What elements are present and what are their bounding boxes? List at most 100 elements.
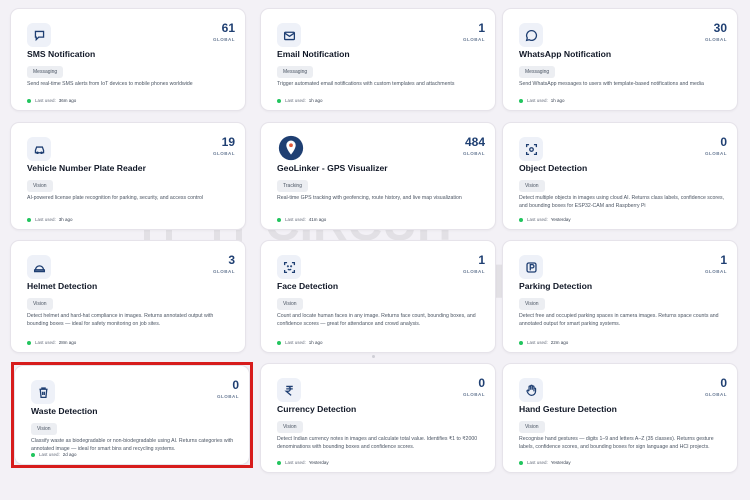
status-dot-icon	[519, 340, 523, 345]
card-hand-gesture-detection[interactable]: 0 GLOBAL Hand Gesture Detection Vision R…	[502, 363, 738, 473]
last-used: Last used: 1h ago	[277, 98, 323, 103]
last-used: Last used: 3h ago	[27, 217, 73, 222]
usage-count: 0	[478, 376, 485, 390]
usage-count: 1	[478, 21, 485, 35]
card-description: Detect multiple objects in images using …	[519, 195, 725, 209]
mail-icon	[277, 23, 301, 47]
last-used: Last used: 41m ago	[277, 217, 326, 222]
status-dot-icon	[519, 460, 523, 465]
global-label: GLOBAL	[705, 37, 727, 42]
card-currency-detection[interactable]: 0 GLOBAL Currency Detection Vision Detec…	[260, 363, 496, 473]
status-dot-icon	[27, 98, 31, 103]
card-whatsapp-notification[interactable]: 30 GLOBAL WhatsApp Notification Messagin…	[502, 8, 738, 111]
last-used: Last used: Yesterday	[519, 217, 571, 222]
usage-count: 3	[228, 253, 235, 267]
category-badge: Vision	[519, 298, 545, 310]
card-description: Detect helmet and hard-hat compliance in…	[27, 313, 214, 327]
usage-count: 1	[478, 253, 485, 267]
rupee-icon	[277, 378, 301, 402]
chat-bubble-icon	[27, 23, 51, 47]
card-description: Detect Indian currency notes in images a…	[277, 436, 478, 450]
map-pin-icon	[276, 133, 306, 163]
card-geolinker-gps-visualizer[interactable]: 484 GLOBAL GeoLinker - GPS Visualizer Tr…	[260, 122, 496, 230]
whatsapp-icon	[519, 23, 543, 47]
card-title: Parking Detection	[519, 281, 593, 291]
status-dot-icon	[277, 340, 281, 345]
category-badge: Vision	[31, 423, 57, 435]
card-title: Object Detection	[519, 163, 588, 173]
card-title: SMS Notification	[27, 49, 96, 59]
card-title: Helmet Detection	[27, 281, 98, 291]
hand-icon	[519, 378, 543, 402]
card-title: GeoLinker - GPS Visualizer	[277, 163, 388, 173]
last-used: Last used: 1h ago	[277, 340, 323, 345]
card-object-detection[interactable]: 0 GLOBAL Object Detection Vision Detect …	[502, 122, 738, 230]
category-badge: Vision	[519, 180, 545, 192]
card-title: Hand Gesture Detection	[519, 404, 617, 414]
last-used: Last used: 22m ago	[519, 340, 568, 345]
last-used: Last used: 36m ago	[27, 98, 76, 103]
card-title: WhatsApp Notification	[519, 49, 612, 59]
card-description: Count and locate human faces in any imag…	[277, 313, 476, 327]
card-helmet-detection[interactable]: 3 GLOBAL Helmet Detection Vision Detect …	[10, 240, 246, 353]
global-label: GLOBAL	[213, 37, 235, 42]
global-label: GLOBAL	[463, 37, 485, 42]
last-used: Last used: 2d ago	[31, 452, 77, 457]
category-badge: Vision	[277, 298, 303, 310]
last-used: Last used: 28m ago	[27, 340, 76, 345]
global-label: GLOBAL	[705, 269, 727, 274]
card-description: Classify waste as biodegradable or non-b…	[31, 438, 234, 452]
status-dot-icon	[519, 98, 523, 103]
global-label: GLOBAL	[705, 392, 727, 397]
usage-count: 1	[720, 253, 727, 267]
trash-icon	[31, 380, 55, 404]
global-label: GLOBAL	[463, 392, 485, 397]
card-parking-detection[interactable]: 1 GLOBAL Parking Detection Vision Detect…	[502, 240, 738, 353]
card-waste-detection[interactable]: 0 GLOBAL Waste Detection Vision Classify…	[14, 365, 250, 465]
global-label: GLOBAL	[217, 394, 239, 399]
status-dot-icon	[519, 217, 523, 222]
card-title: Waste Detection	[31, 406, 98, 416]
global-label: GLOBAL	[705, 151, 727, 156]
usage-count: 61	[221, 21, 235, 35]
status-dot-icon	[277, 98, 281, 103]
face-scan-icon	[277, 255, 301, 279]
category-badge: Messaging	[27, 66, 64, 78]
card-vehicle-number-plate-reader[interactable]: 19 GLOBAL Vehicle Number Plate Reader Vi…	[10, 122, 246, 230]
card-title: Email Notification	[277, 49, 350, 59]
parking-icon	[519, 255, 543, 279]
usage-count: 30	[713, 21, 727, 35]
helmet-icon	[27, 255, 51, 279]
global-label: GLOBAL	[463, 269, 485, 274]
card-email-notification[interactable]: 1 GLOBAL Email Notification Messaging Tr…	[260, 8, 496, 111]
last-used: Last used: 1h ago	[519, 98, 565, 103]
card-description: Real-time GPS tracking with geofencing, …	[277, 195, 462, 201]
usage-count: 0	[720, 376, 727, 390]
car-icon	[27, 137, 51, 161]
usage-count: 19	[221, 135, 235, 149]
global-label: GLOBAL	[213, 151, 235, 156]
card-description: Send WhatsApp messages to users with tem…	[519, 81, 704, 87]
category-badge: Messaging	[277, 66, 314, 78]
status-dot-icon	[277, 460, 281, 465]
category-badge: Vision	[519, 421, 545, 433]
last-used: Last used: Yesterday	[519, 460, 571, 465]
global-label: GLOBAL	[463, 151, 485, 156]
service-grid: 61 GLOBAL SMS Notification Messaging Sen…	[0, 0, 750, 500]
card-title: Vehicle Number Plate Reader	[27, 163, 146, 173]
scan-icon	[519, 137, 543, 161]
category-badge: Vision	[277, 421, 303, 433]
category-badge: Vision	[27, 180, 53, 192]
status-dot-icon	[31, 452, 35, 457]
card-description: Recognise hand gestures — digits 1–9 and…	[519, 436, 714, 450]
card-description: AI-powered license plate recognition for…	[27, 195, 204, 201]
category-badge: Vision	[27, 298, 53, 310]
card-sms-notification[interactable]: 61 GLOBAL SMS Notification Messaging Sen…	[10, 8, 246, 111]
category-badge: Tracking	[277, 180, 308, 192]
usage-count: 0	[232, 378, 239, 392]
status-dot-icon	[277, 217, 281, 222]
last-used: Last used: Yesterday	[277, 460, 329, 465]
card-face-detection[interactable]: 1 GLOBAL Face Detection Vision Count and…	[260, 240, 496, 353]
global-label: GLOBAL	[213, 269, 235, 274]
usage-count: 484	[464, 135, 485, 149]
